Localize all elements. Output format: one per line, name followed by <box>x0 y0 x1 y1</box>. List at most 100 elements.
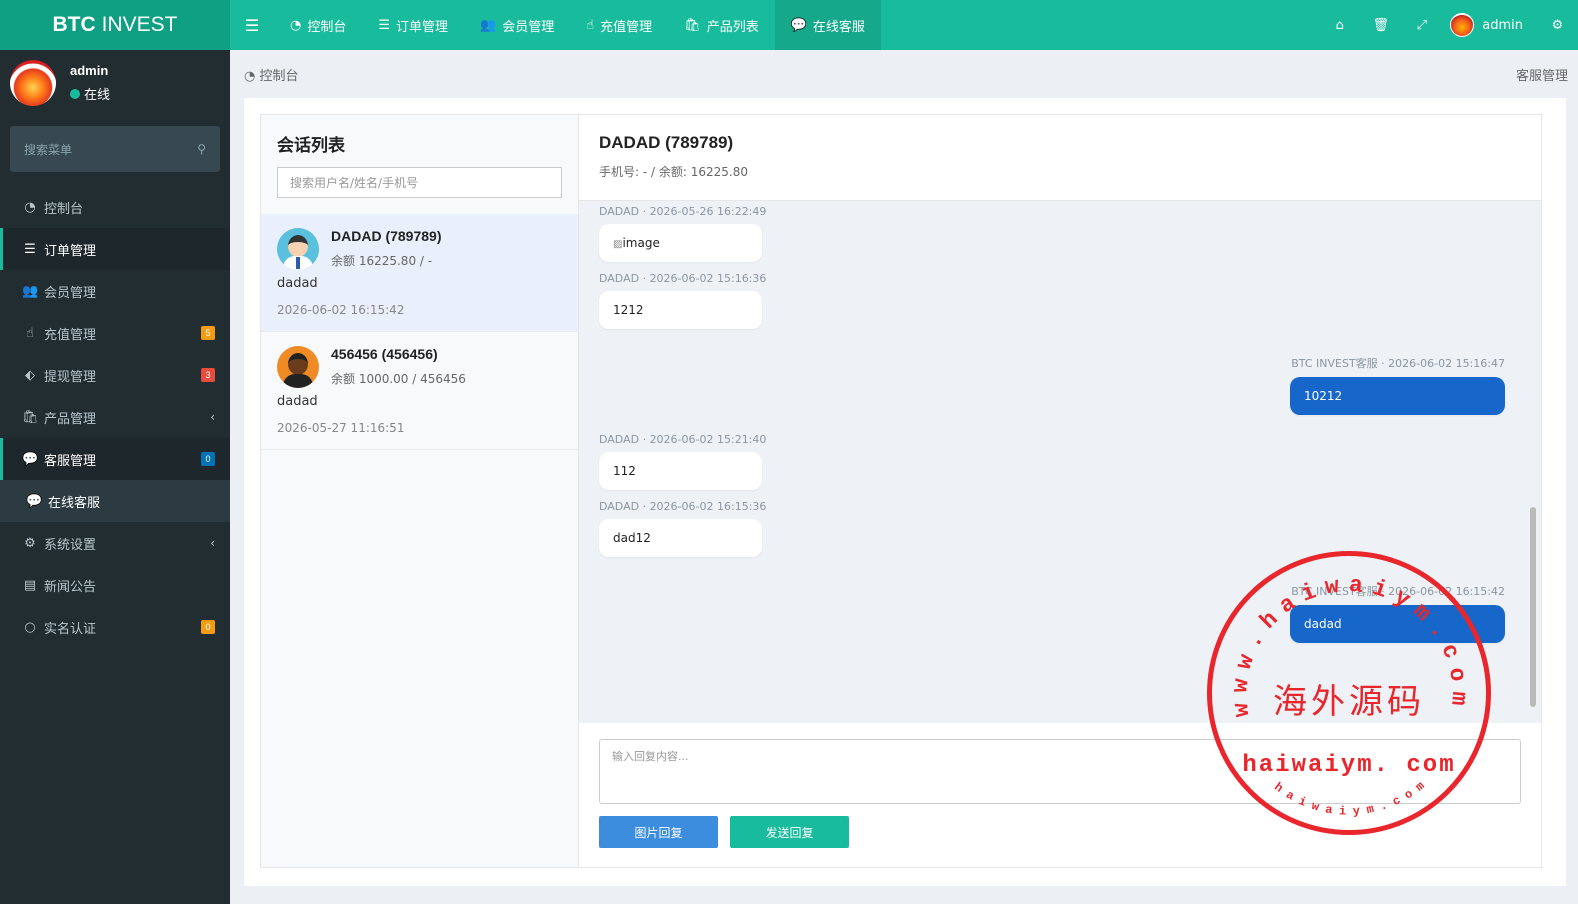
user-panel: admin 在线 <box>0 50 230 116</box>
breadcrumb: ◔ 控制台 客服管理 <box>230 50 1578 98</box>
topnav-item-2[interactable]: 👥 会员管理 <box>464 0 570 50</box>
message-meta: DADAD · 2026-05-26 16:22:49 <box>599 205 767 218</box>
sidebar-item-1[interactable]: ☰ 订单管理 <box>0 228 230 270</box>
sidebar-item-8[interactable]: ⚙ 系统设置 ‹ <box>0 522 230 564</box>
users-icon: 👥 <box>480 17 497 33</box>
conversation-last-message: dadad <box>277 394 318 409</box>
message-text: 112 <box>613 464 636 478</box>
topnav-label: 在线客服 <box>812 19 865 35</box>
topnav-item-0[interactable]: ◔ 控制台 <box>274 0 362 50</box>
main-content: ◔ 控制台 客服管理 会话列表 搜索用户名/姓名/手机号 DADAD (7897… <box>230 50 1578 904</box>
chat-message-out: BTC INVEST客服 · 2026-06-02 15:16:47 10212 <box>599 355 1505 415</box>
bag-icon: 🛍 <box>22 409 39 425</box>
top-nav: ◔ 控制台 ☰ 订单管理 👥 会员管理 ☝ 充值管理 🛍 产品列表 💬 在线客服 <box>274 0 881 50</box>
sidebar-item-2[interactable]: 👥 会员管理 <box>0 270 230 312</box>
breadcrumb-current: 客服管理 <box>1515 68 1568 84</box>
breadcrumb-home[interactable]: ◔ 控制台 <box>244 65 299 84</box>
online-dot-icon <box>70 88 80 99</box>
chat-message-out: BTC INVEST客服 · 2026-06-02 16:15:42 dadad <box>599 583 1505 643</box>
message-list[interactable]: DADAD · 2026-05-26 16:22:49 ▨image DADAD ·… <box>579 201 1541 723</box>
message-text: dadad <box>1304 617 1342 631</box>
chat-title: DADAD (789789) <box>599 133 734 152</box>
sidebar-item-label: 系统设置 <box>44 537 97 553</box>
avatar <box>277 346 319 388</box>
message-bubble: dad12 <box>599 519 762 557</box>
list-icon: ☰ <box>24 241 36 257</box>
dashboard-icon: ◔ <box>24 199 36 215</box>
sidebar-item-label: 在线客服 <box>48 495 101 511</box>
topnav-label: 控制台 <box>307 19 347 35</box>
conversation-time: 2026-06-02 16:15:42 <box>277 303 405 317</box>
brand-logo[interactable]: BTC INVEST <box>0 0 230 50</box>
menu-toggle-icon[interactable]: ☰ <box>230 0 274 50</box>
sidebar-item-label: 会员管理 <box>44 285 97 301</box>
hand-icon: ☝ <box>586 17 595 33</box>
chat-header: DADAD (789789) 手机号: - / 余额: 16225.80 <box>579 115 1541 201</box>
sidebar-item-label: 控制台 <box>44 201 84 217</box>
message-text: image <box>622 236 660 250</box>
sidebar-item-7[interactable]: 💬 在线客服 <box>0 480 230 522</box>
chat-message-in: DADAD · 2026-06-02 16:15:36 dad12 <box>599 500 1505 557</box>
home-icon[interactable]: ⌂ <box>1319 0 1360 50</box>
message-meta: DADAD · 2026-06-02 15:21:40 <box>599 433 767 446</box>
sidebar-item-label: 产品管理 <box>44 411 97 427</box>
sidebar-item-0[interactable]: ◔ 控制台 <box>0 186 230 228</box>
count-badge: 3 <box>201 368 215 382</box>
message-bubble: 1212 <box>599 291 762 329</box>
chat-message-in: DADAD · 2026-05-26 16:22:49 ▨image <box>599 205 1505 262</box>
hand-icon: ☝ <box>26 325 34 341</box>
topnav-item-5[interactable]: 💬 在线客服 <box>774 0 881 50</box>
sidebar: admin 在线 搜索菜单 ⚲ ◔ 控制台 ☰ 订单管理 👥 会员管理 ☝ 充值管理 5 ⬖ 提现管理… <box>0 50 230 904</box>
conversation-last-message: dadad <box>277 276 318 291</box>
sidebar-item-6[interactable]: 💬 客服管理 0 <box>0 438 230 480</box>
sidebar-item-9[interactable]: ▤ 新闻公告 <box>0 564 230 606</box>
topnav-item-4[interactable]: 🛍 产品列表 <box>668 0 775 50</box>
topnav-item-1[interactable]: ☰ 订单管理 <box>362 0 464 50</box>
dashboard-icon: ◔ <box>244 68 256 84</box>
sidebar-item-label: 客服管理 <box>44 453 97 469</box>
sidebar-item-label: 订单管理 <box>44 243 97 259</box>
chat-window: DADAD (789789) 手机号: - / 余额: 16225.80 DAD… <box>579 115 1541 867</box>
topnav-label: 产品列表 <box>706 19 759 35</box>
avatar <box>277 228 319 270</box>
sidebar-item-label: 充值管理 <box>44 327 97 343</box>
chevron-left-icon: ‹ <box>210 410 215 424</box>
message-bubble: ▨image <box>599 224 762 262</box>
gear-icon[interactable]: ⚙ <box>1537 0 1578 50</box>
scrollbar[interactable] <box>1529 207 1537 717</box>
message-meta: DADAD · 2026-06-02 15:16:36 <box>599 272 767 285</box>
chat-message-in: DADAD · 2026-06-02 15:21:40 112 <box>599 433 1505 490</box>
sidebar-item-10[interactable]: ○ 实名认证 0 <box>0 606 230 648</box>
chevron-left-icon: ‹ <box>210 536 215 550</box>
bag-icon: 🛍 <box>684 17 701 33</box>
message-text: 1212 <box>613 303 644 317</box>
chat-icon: 💬 <box>26 493 43 509</box>
menu-search-input[interactable]: 搜索菜单 ⚲ <box>10 126 220 172</box>
cogs-icon: ⚙ <box>24 535 36 551</box>
image-reply-button[interactable]: 图片回复 <box>599 816 718 848</box>
conversation-item[interactable]: 456456 (456456) 余额 1000.00 / 456456 dadad 2… <box>261 332 578 450</box>
sidebar-item-3[interactable]: ☝ 充值管理 5 <box>0 312 230 354</box>
sidebar-item-5[interactable]: 🛍 产品管理 ‹ <box>0 396 230 438</box>
user-name: admin <box>70 63 109 78</box>
send-reply-button[interactable]: 发送回复 <box>730 816 849 848</box>
top-navbar: BTC INVEST ☰ ◔ 控制台 ☰ 订单管理 👥 会员管理 ☝ 充值管理 🛍 产品列表 💬 在线客… <box>0 0 1578 50</box>
user-menu[interactable]: admin <box>1442 13 1537 37</box>
message-bubble: 112 <box>599 452 762 490</box>
count-badge: 0 <box>201 452 215 466</box>
chat-subtitle: 手机号: - / 余额: 16225.80 <box>599 165 748 179</box>
dashboard-icon: ◔ <box>290 17 302 33</box>
message-meta: BTC INVEST客服 · 2026-06-02 16:15:42 <box>1291 585 1505 598</box>
conversation-search-input[interactable]: 搜索用户名/姓名/手机号 <box>277 167 562 198</box>
reply-textarea[interactable]: 输入回复内容... <box>599 739 1521 804</box>
fullscreen-icon[interactable]: ⤢ <box>1401 0 1442 50</box>
sidebar-item-4[interactable]: ⬖ 提现管理 3 <box>0 354 230 396</box>
sidebar-item-label: 新闻公告 <box>44 579 97 595</box>
count-badge: 0 <box>201 620 215 634</box>
search-icon[interactable]: ⚲ <box>197 142 206 156</box>
trash-icon[interactable]: 🗑 <box>1360 0 1401 50</box>
topnav-label: 订单管理 <box>396 19 449 35</box>
topnav-item-3[interactable]: ☝ 充值管理 <box>570 0 668 50</box>
circle-icon: ○ <box>24 619 36 635</box>
conversation-item[interactable]: DADAD (789789) 余额 16225.80 / - dadad 2026-0… <box>261 214 578 332</box>
